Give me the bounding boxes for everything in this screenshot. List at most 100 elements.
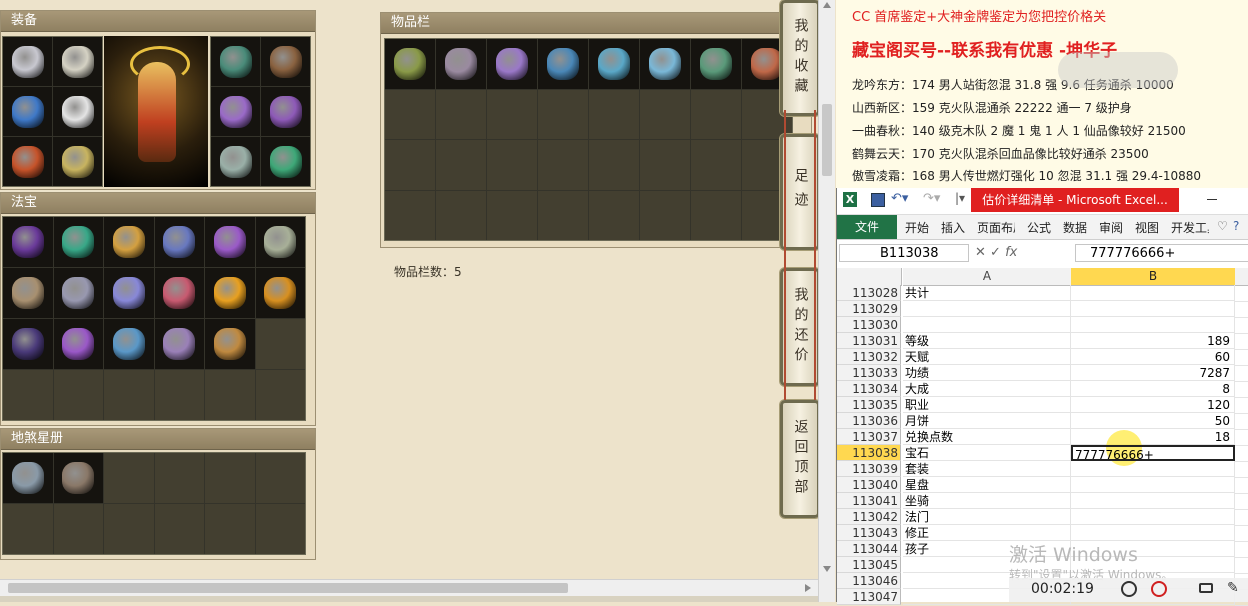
cell-c[interactable] [1235,525,1248,542]
inventory-empty-slot[interactable] [436,89,486,139]
inventory-empty-slot[interactable] [589,89,639,139]
row-header[interactable]: 113042 [837,509,901,525]
quick-access-menu-icon[interactable]: |▾ [955,191,965,205]
row-header[interactable]: 113043 [837,525,901,541]
fabao-empty-slot[interactable] [255,370,305,420]
inventory-empty-slot[interactable] [640,89,690,139]
fabao-item[interactable] [154,217,204,267]
cell-c[interactable] [1235,365,1248,382]
cell-b[interactable]: 120 [1071,397,1235,413]
fabao-item[interactable] [255,268,305,318]
dishaxing-empty-slot[interactable] [104,453,154,503]
minimize-icon[interactable] [1207,199,1217,200]
active-cell[interactable]: 777776666+ [1071,445,1235,462]
select-all-corner[interactable] [837,268,902,286]
cell-a[interactable]: 功绩 [903,365,1071,381]
inventory-item[interactable] [487,39,537,89]
dishaxing-empty-slot[interactable] [205,504,255,554]
inventory-empty-slot[interactable] [589,140,639,190]
inventory-item[interactable] [589,39,639,89]
fabao-empty-slot[interactable] [205,370,255,420]
inventory-empty-slot[interactable] [691,89,741,139]
column-header-b[interactable]: B [1071,268,1236,286]
tab-file[interactable]: 文件 [837,215,897,239]
cell-b[interactable]: 60 [1071,349,1235,365]
inventory-empty-slot[interactable] [640,140,690,190]
cell-c[interactable] [1235,541,1248,558]
page-scrollbar-horizontal[interactable] [0,579,818,596]
excel-app-icon[interactable]: X [843,192,857,207]
cell-a[interactable] [903,317,1071,333]
inventory-empty-slot[interactable] [487,190,537,240]
inventory-empty-slot[interactable] [436,140,486,190]
save-icon[interactable] [871,193,885,207]
pause-icon[interactable] [1121,581,1137,597]
fabao-empty-slot[interactable] [53,370,103,420]
cell-c[interactable] [1235,333,1248,350]
row-header[interactable]: 113032 [837,349,901,365]
cell-a[interactable]: 法门 [903,509,1071,525]
cell-b[interactable] [1071,509,1235,525]
equipment-item[interactable] [3,87,52,136]
inventory-item[interactable] [385,39,435,89]
tab-home[interactable]: 开始 [905,219,929,236]
fabao-empty-slot[interactable] [154,370,204,420]
camera-icon[interactable] [1199,583,1213,593]
inventory-item[interactable] [538,39,588,89]
my-favorites-button[interactable]: 我的收藏 [780,0,820,116]
cell-c[interactable] [1235,477,1248,494]
row-header[interactable]: 113038 [837,445,901,461]
help-icon[interactable]: ? [1233,219,1239,233]
dishaxing-item[interactable] [3,453,53,503]
cell-a[interactable]: 套装 [903,461,1071,477]
inventory-empty-slot[interactable] [538,140,588,190]
redo-icon[interactable]: ↷▾ [923,191,940,206]
cell-c[interactable] [1235,349,1248,366]
inventory-empty-slot[interactable] [487,89,537,139]
inventory-empty-slot[interactable] [691,190,741,240]
fabao-item[interactable] [205,217,255,267]
fabao-empty-slot[interactable] [104,370,154,420]
row-header[interactable]: 113045 [837,557,901,573]
tab-developer[interactable]: 开发工具 [1171,219,1209,236]
tab-formulas[interactable]: 公式 [1027,219,1051,236]
cell-a[interactable]: 宝石 [903,445,1071,461]
fabao-item[interactable] [53,268,103,318]
inventory-empty-slot[interactable] [691,140,741,190]
fabao-item[interactable] [154,268,204,318]
tab-data[interactable]: 数据 [1063,219,1087,236]
row-header[interactable]: 113033 [837,365,901,381]
footprint-button[interactable]: 足迹 [780,134,820,250]
inventory-item[interactable] [691,39,741,89]
tab-page-layout[interactable]: 页面布局 [977,219,1015,236]
inventory-empty-slot[interactable] [589,190,639,240]
row-header[interactable]: 113037 [837,429,901,445]
scroll-up-arrow-icon[interactable] [823,2,831,8]
cell-b[interactable] [1071,301,1235,317]
cancel-entry-icon[interactable]: ✕ [975,245,986,260]
cell-a[interactable]: 星盘 [903,477,1071,493]
cell-a[interactable] [903,301,1071,317]
undo-icon[interactable]: ↶▾ [891,191,908,206]
row-header[interactable]: 113034 [837,381,901,397]
inventory-item[interactable] [436,39,486,89]
cell-b[interactable]: 50 [1071,413,1235,429]
name-box[interactable]: B113038 [839,244,969,262]
cell-b[interactable]: 189 [1071,333,1235,349]
inventory-empty-slot[interactable] [385,140,435,190]
cell-c[interactable] [1235,413,1248,430]
row-header[interactable]: 113029 [837,301,901,317]
row-header[interactable]: 113046 [837,573,901,589]
inventory-empty-slot[interactable] [538,89,588,139]
fabao-item[interactable] [104,319,154,369]
inventory-empty-slot[interactable] [487,140,537,190]
tab-insert[interactable]: 插入 [941,219,965,236]
scroll-down-arrow-icon[interactable] [823,566,831,572]
inventory-empty-slot[interactable] [385,89,435,139]
formula-input[interactable]: 777776666+ [1075,244,1248,262]
cell-c[interactable] [1235,301,1248,318]
row-header[interactable]: 113040 [837,477,901,493]
inventory-empty-slot[interactable] [436,190,486,240]
column-header-c[interactable] [1235,268,1248,286]
fabao-item[interactable] [104,217,154,267]
